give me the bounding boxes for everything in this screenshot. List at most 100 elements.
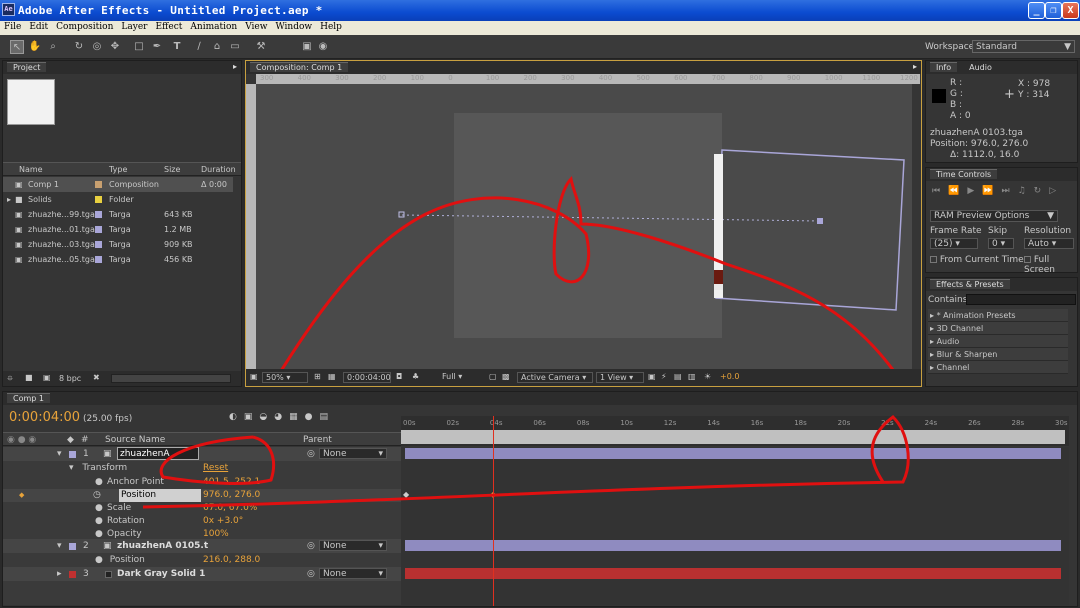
ruler-tick-label: 100 bbox=[485, 74, 500, 82]
exposure-value[interactable]: +0.0 bbox=[720, 372, 739, 381]
grid-icon[interactable]: ▦ bbox=[328, 372, 336, 381]
label-color[interactable] bbox=[95, 226, 102, 233]
info-file: zhuazhenA 0103.tga bbox=[930, 128, 1023, 138]
type-tool-icon[interactable]: T bbox=[170, 40, 184, 54]
effects-category[interactable]: ▸ Audio bbox=[928, 335, 1068, 348]
effects-search-input[interactable] bbox=[966, 294, 1076, 305]
comp-viewer[interactable] bbox=[256, 84, 912, 369]
preview-resolution-select[interactable]: Auto ▾ bbox=[1024, 238, 1074, 249]
selection-tool-icon[interactable]: ↖ bbox=[10, 40, 24, 54]
col-size[interactable]: Size bbox=[164, 165, 180, 174]
puppet-pin-icon[interactable]: ⚒ bbox=[254, 40, 268, 54]
tab-info[interactable]: Info bbox=[930, 62, 958, 72]
project-item[interactable]: ▣ zhuazhe...05.tga Targa 456 KB bbox=[3, 252, 233, 267]
project-scrollbar[interactable] bbox=[111, 374, 231, 383]
project-item[interactable]: ▣ Comp 1 Composition Δ 0:00 bbox=[3, 177, 233, 192]
camera-select[interactable]: Active Camera ▾ bbox=[517, 372, 593, 383]
bpc-label[interactable]: 8 bpc bbox=[59, 374, 81, 383]
zoom-tool-icon[interactable]: ⌕ bbox=[46, 40, 60, 54]
menu-layer[interactable]: Layer bbox=[117, 21, 151, 32]
menu-animation[interactable]: Animation bbox=[186, 21, 241, 32]
new-comp-icon[interactable]: ▣ bbox=[43, 373, 51, 382]
timeline-icon[interactable]: ▤ bbox=[674, 372, 682, 381]
interpret-footage-icon[interactable]: ⯐ bbox=[7, 373, 13, 387]
label-color[interactable] bbox=[95, 256, 102, 263]
frame-rate-select[interactable]: (25) ▾ bbox=[930, 238, 978, 249]
close-button[interactable]: X bbox=[1062, 2, 1079, 19]
effects-category[interactable]: ▸ * Animation Presets bbox=[928, 309, 1068, 322]
hand-tool-icon[interactable]: ✋ bbox=[28, 40, 42, 54]
label-color[interactable] bbox=[95, 241, 102, 248]
ram-preview-select[interactable]: RAM Preview Options ▼ bbox=[930, 210, 1058, 222]
workspace-select[interactable]: Standard ▼ bbox=[972, 40, 1075, 53]
rectangle-mask-icon[interactable]: □ bbox=[132, 40, 146, 54]
menu-effect[interactable]: Effect bbox=[151, 21, 186, 32]
from-current-time-checkbox[interactable]: From Current Time bbox=[930, 255, 1024, 265]
col-name[interactable]: Name bbox=[19, 165, 43, 174]
tab-composition[interactable]: Composition: Comp 1 bbox=[250, 62, 349, 72]
always-preview-icon[interactable]: ▣ bbox=[250, 372, 258, 381]
auto-orient-icon[interactable]: ▣ bbox=[300, 40, 314, 54]
flowchart-icon[interactable]: ▥ bbox=[688, 372, 696, 381]
skip-select[interactable]: 0 ▾ bbox=[988, 238, 1014, 249]
col-type[interactable]: Type bbox=[109, 165, 127, 174]
tab-effects-presets[interactable]: Effects & Presets bbox=[930, 279, 1010, 289]
panel-menu-icon[interactable]: ▸ bbox=[913, 62, 917, 71]
col-duration[interactable]: Duration bbox=[201, 165, 236, 174]
menu-window[interactable]: Window bbox=[271, 21, 316, 32]
maximize-button[interactable]: ❐ bbox=[1045, 2, 1062, 19]
region-of-interest-icon[interactable]: ▢ bbox=[489, 372, 497, 381]
orbit-camera-icon[interactable]: ◎ bbox=[90, 40, 104, 54]
minimize-button[interactable]: _ bbox=[1028, 2, 1045, 19]
menu-composition[interactable]: Composition bbox=[52, 21, 117, 32]
pen-tool-icon[interactable]: ✒ bbox=[150, 40, 164, 54]
toggle-pixel-aspect-icon[interactable]: ▣ bbox=[648, 372, 656, 381]
snap-icon[interactable]: ◉ bbox=[316, 40, 330, 54]
zoom-select[interactable]: 50% ▾ bbox=[262, 372, 308, 383]
project-item[interactable]: ▸ ■ Solids Folder bbox=[3, 192, 233, 207]
fast-previews-icon[interactable]: ⚡ bbox=[661, 372, 667, 381]
menu-help[interactable]: Help bbox=[316, 21, 346, 32]
effects-category[interactable]: ▸ Blur & Sharpen bbox=[928, 348, 1068, 361]
full-screen-checkbox[interactable]: Full Screen bbox=[1024, 255, 1077, 275]
label-color[interactable] bbox=[95, 211, 102, 218]
transparency-grid-icon[interactable]: ▩ bbox=[502, 372, 510, 381]
label-color[interactable] bbox=[95, 181, 102, 188]
trash-icon[interactable]: ✖ bbox=[93, 373, 100, 382]
new-folder-icon[interactable]: ■ bbox=[25, 373, 33, 382]
last-frame-icon[interactable]: ⏭ bbox=[1001, 186, 1017, 196]
current-time-field[interactable]: 0:00:04:00 bbox=[343, 372, 391, 383]
tab-audio[interactable]: Audio bbox=[969, 63, 992, 72]
ram-preview-icon[interactable]: ▷ bbox=[1049, 186, 1064, 196]
view-layout-select[interactable]: 1 View ▾ bbox=[596, 372, 644, 383]
effects-presets-panel: Effects & Presets Contains: ▸ * Animatio… bbox=[925, 277, 1078, 387]
tab-time-controls[interactable]: Time Controls bbox=[930, 169, 998, 179]
safe-zones-icon[interactable]: ⊞ bbox=[314, 372, 321, 381]
eraser-tool-icon[interactable]: ▭ bbox=[228, 40, 242, 54]
resolution-select[interactable]: Full ▾ bbox=[439, 372, 485, 383]
exposure-icon[interactable]: ☀ bbox=[704, 372, 711, 381]
label-color[interactable] bbox=[95, 196, 102, 203]
tab-project[interactable]: Project bbox=[7, 62, 47, 72]
loop-icon[interactable]: ↻ bbox=[1034, 186, 1050, 196]
brush-tool-icon[interactable]: ∕ bbox=[192, 40, 206, 54]
first-frame-icon[interactable]: ⏮ bbox=[932, 186, 948, 196]
track-camera-icon[interactable]: ✥ bbox=[108, 40, 122, 54]
effects-category[interactable]: ▸ 3D Channel bbox=[928, 322, 1068, 335]
rotate-tool-icon[interactable]: ↻ bbox=[72, 40, 86, 54]
show-channel-icon[interactable]: ♣ bbox=[412, 372, 419, 381]
menu-view[interactable]: View bbox=[241, 21, 271, 32]
menu-file[interactable]: File bbox=[0, 21, 25, 32]
project-item[interactable]: ▣ zhuazhe...01.tga Targa 1.2 MB bbox=[3, 222, 233, 237]
clone-stamp-icon[interactable]: ⌂ bbox=[210, 40, 224, 54]
panel-menu-icon[interactable]: ▸ bbox=[233, 62, 237, 71]
audio-icon[interactable]: ♫ bbox=[1018, 186, 1034, 196]
play-icon[interactable]: ▶ bbox=[967, 186, 982, 196]
prev-frame-icon[interactable]: ⏪ bbox=[948, 186, 967, 196]
effects-category[interactable]: ▸ Channel bbox=[928, 361, 1068, 374]
snapshot-icon[interactable]: ◘ bbox=[396, 372, 402, 381]
next-frame-icon[interactable]: ⏩ bbox=[982, 186, 1001, 196]
project-item[interactable]: ▣ zhuazhe...99.tga Targa 643 KB bbox=[3, 207, 233, 222]
project-item[interactable]: ▣ zhuazhe...03.tga Targa 909 KB bbox=[3, 237, 233, 252]
menu-edit[interactable]: Edit bbox=[25, 21, 52, 32]
